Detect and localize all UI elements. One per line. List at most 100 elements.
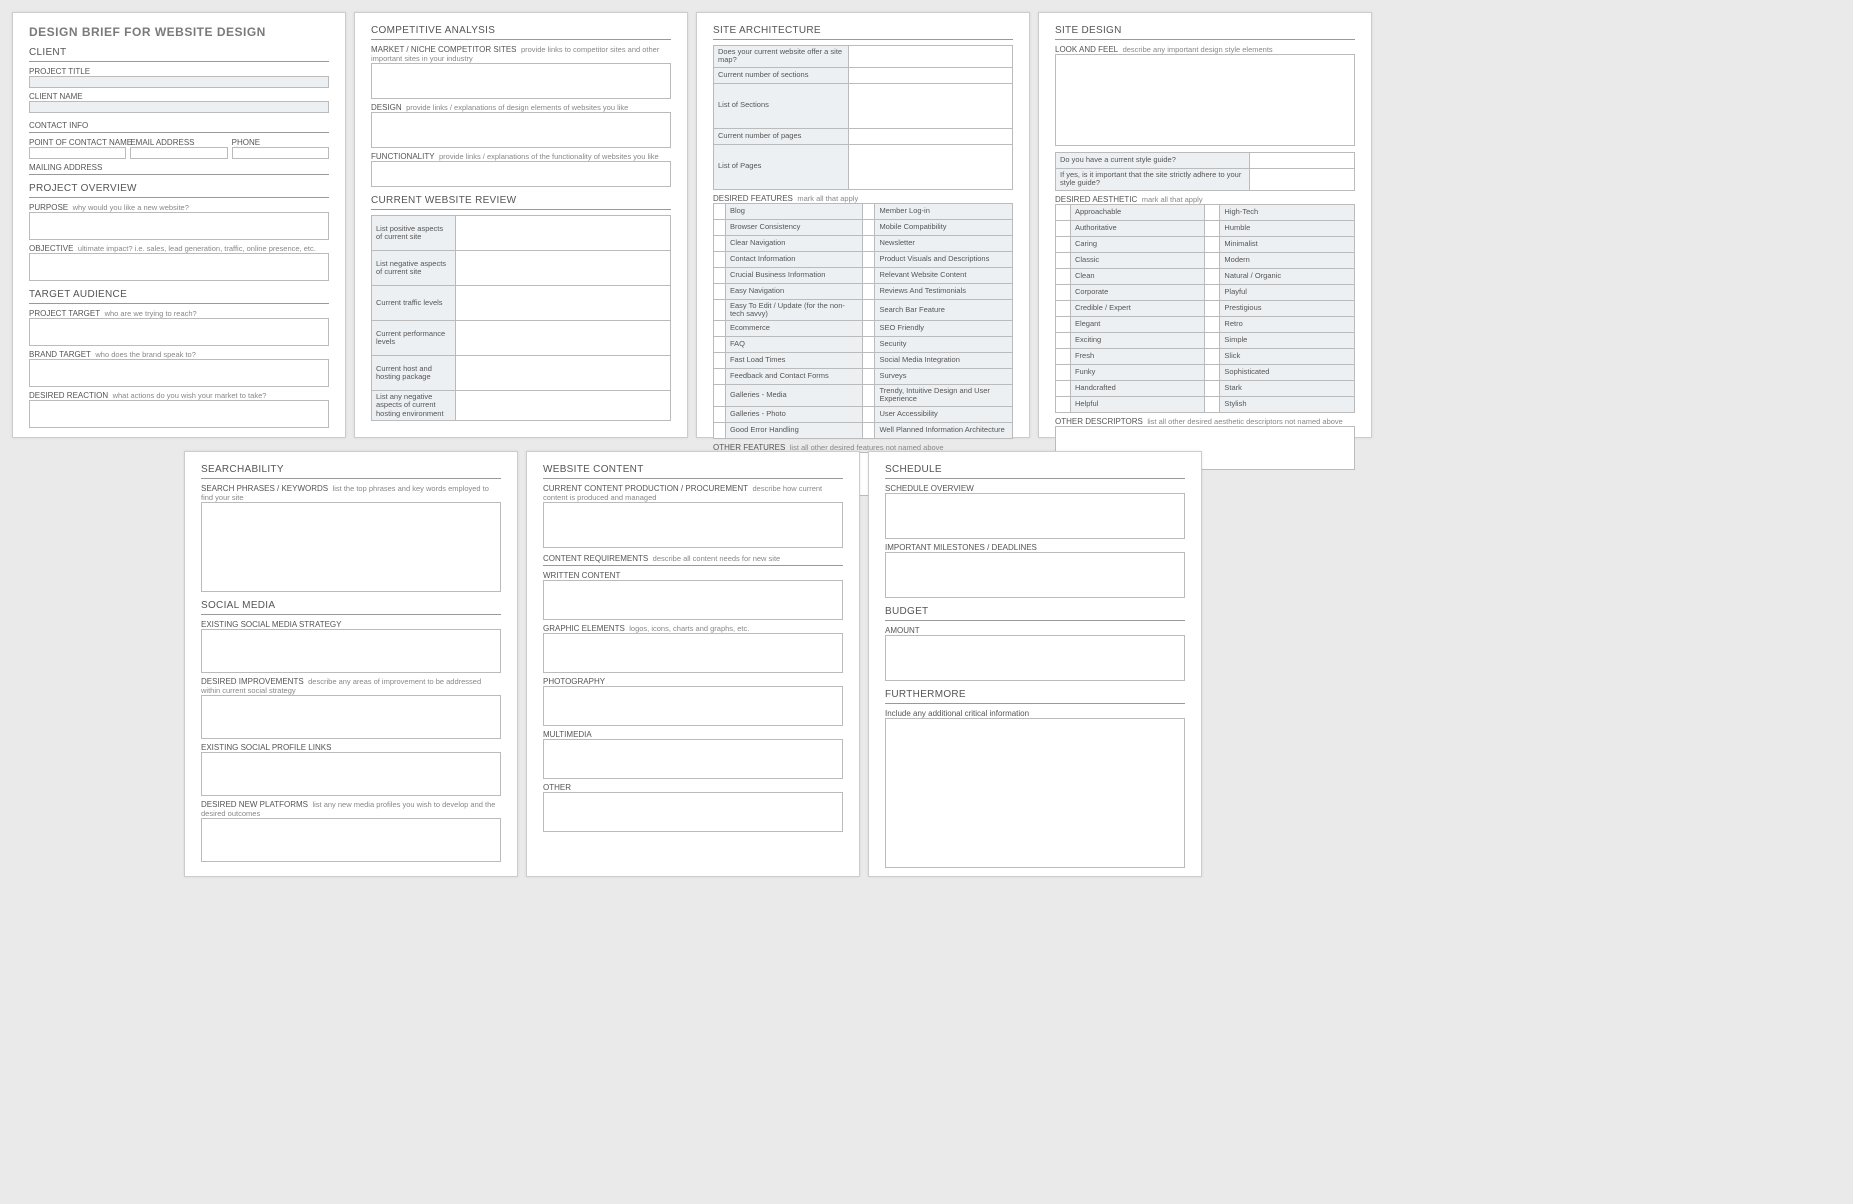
objective-input[interactable]: [29, 253, 329, 281]
photo-input[interactable]: [543, 686, 843, 726]
aesth-check[interactable]: [1056, 332, 1071, 348]
aesth-check[interactable]: [1056, 364, 1071, 380]
aesth-check[interactable]: [1205, 268, 1220, 284]
aesth-check[interactable]: [1205, 252, 1220, 268]
feature-check[interactable]: [714, 299, 726, 321]
sitemap-cell[interactable]: [848, 46, 1012, 68]
new-platforms-input[interactable]: [201, 818, 501, 862]
aesth-check[interactable]: [1056, 348, 1071, 364]
review-cell[interactable]: [455, 251, 670, 286]
feature-check[interactable]: [714, 235, 726, 251]
improve-input[interactable]: [201, 695, 501, 739]
other-content-input[interactable]: [543, 792, 843, 832]
look-input[interactable]: [1055, 54, 1355, 146]
feature-check[interactable]: [863, 406, 875, 422]
feature-check[interactable]: [863, 219, 875, 235]
feature-check[interactable]: [863, 353, 875, 369]
feature-check[interactable]: [714, 385, 726, 407]
aesth-name: Classic: [1070, 252, 1205, 268]
more-input[interactable]: [885, 718, 1185, 868]
func-input[interactable]: [371, 161, 671, 187]
feature-check[interactable]: [863, 369, 875, 385]
client-name-input[interactable]: [29, 101, 329, 113]
feature-check[interactable]: [714, 251, 726, 267]
aesth-check[interactable]: [1056, 300, 1071, 316]
feature-check[interactable]: [714, 321, 726, 337]
aesth-check[interactable]: [1056, 220, 1071, 236]
milestones-input[interactable]: [885, 552, 1185, 598]
feature-check[interactable]: [863, 422, 875, 438]
amount-input[interactable]: [885, 635, 1185, 681]
project-target-input[interactable]: [29, 318, 329, 346]
existing-strategy-input[interactable]: [201, 629, 501, 673]
kw-input[interactable]: [201, 502, 501, 592]
aesth-check[interactable]: [1056, 284, 1071, 300]
phone-input[interactable]: [232, 147, 329, 159]
brand-target-input[interactable]: [29, 359, 329, 387]
current-content-input[interactable]: [543, 502, 843, 548]
review-cell[interactable]: [455, 321, 670, 356]
feature-check[interactable]: [714, 283, 726, 299]
design-input[interactable]: [371, 112, 671, 148]
review-cell[interactable]: [455, 356, 670, 391]
aesth-check[interactable]: [1056, 252, 1071, 268]
num-pages-cell[interactable]: [848, 128, 1012, 144]
aesth-check[interactable]: [1205, 396, 1220, 412]
aesth-check[interactable]: [1205, 380, 1220, 396]
feature-check[interactable]: [714, 369, 726, 385]
aesth-check[interactable]: [1205, 332, 1220, 348]
aesth-name: Modern: [1220, 252, 1355, 268]
review-cell[interactable]: [455, 286, 670, 321]
num-sections-cell[interactable]: [848, 67, 1012, 83]
multi-input[interactable]: [543, 739, 843, 779]
aesth-check[interactable]: [1056, 268, 1071, 284]
aesth-check[interactable]: [1056, 396, 1071, 412]
aesth-check[interactable]: [1056, 204, 1071, 220]
market-input[interactable]: [371, 63, 671, 99]
feature-check[interactable]: [714, 353, 726, 369]
aesth-check[interactable]: [1205, 204, 1220, 220]
feature-check[interactable]: [863, 267, 875, 283]
feature-check[interactable]: [714, 406, 726, 422]
feature-check[interactable]: [714, 422, 726, 438]
feature-check[interactable]: [863, 235, 875, 251]
aesth-check[interactable]: [1205, 236, 1220, 252]
aesth-check[interactable]: [1056, 236, 1071, 252]
feature-check[interactable]: [863, 321, 875, 337]
schedule-overview-input[interactable]: [885, 493, 1185, 539]
feature-check[interactable]: [863, 385, 875, 407]
q2-cell[interactable]: [1250, 169, 1355, 191]
list-pages-cell[interactable]: [848, 144, 1012, 189]
feature-check[interactable]: [714, 219, 726, 235]
reaction-input[interactable]: [29, 400, 329, 428]
aesth-name: Sophisticated: [1220, 364, 1355, 380]
email-input[interactable]: [130, 147, 227, 159]
aesth-check[interactable]: [1056, 380, 1071, 396]
written-input[interactable]: [543, 580, 843, 620]
aesth-check[interactable]: [1205, 220, 1220, 236]
feature-check[interactable]: [714, 267, 726, 283]
poc-input[interactable]: [29, 147, 126, 159]
aesth-check[interactable]: [1205, 348, 1220, 364]
feature-check[interactable]: [863, 251, 875, 267]
aesth-name: Fresh: [1070, 348, 1205, 364]
purpose-input[interactable]: [29, 212, 329, 240]
feature-check[interactable]: [714, 337, 726, 353]
aesth-check[interactable]: [1205, 364, 1220, 380]
review-cell[interactable]: [455, 216, 670, 251]
feature-check[interactable]: [863, 299, 875, 321]
list-sections-cell[interactable]: [848, 83, 1012, 128]
feature-check[interactable]: [863, 203, 875, 219]
aesth-check[interactable]: [1205, 300, 1220, 316]
feature-check[interactable]: [863, 283, 875, 299]
profile-links-input[interactable]: [201, 752, 501, 796]
aesth-check[interactable]: [1056, 316, 1071, 332]
feature-check[interactable]: [714, 203, 726, 219]
project-title-input[interactable]: [29, 76, 329, 88]
feature-check[interactable]: [863, 337, 875, 353]
q1-cell[interactable]: [1250, 153, 1355, 169]
neg-host-cell[interactable]: [455, 391, 670, 421]
aesth-check[interactable]: [1205, 284, 1220, 300]
graphic-input[interactable]: [543, 633, 843, 673]
aesth-check[interactable]: [1205, 316, 1220, 332]
